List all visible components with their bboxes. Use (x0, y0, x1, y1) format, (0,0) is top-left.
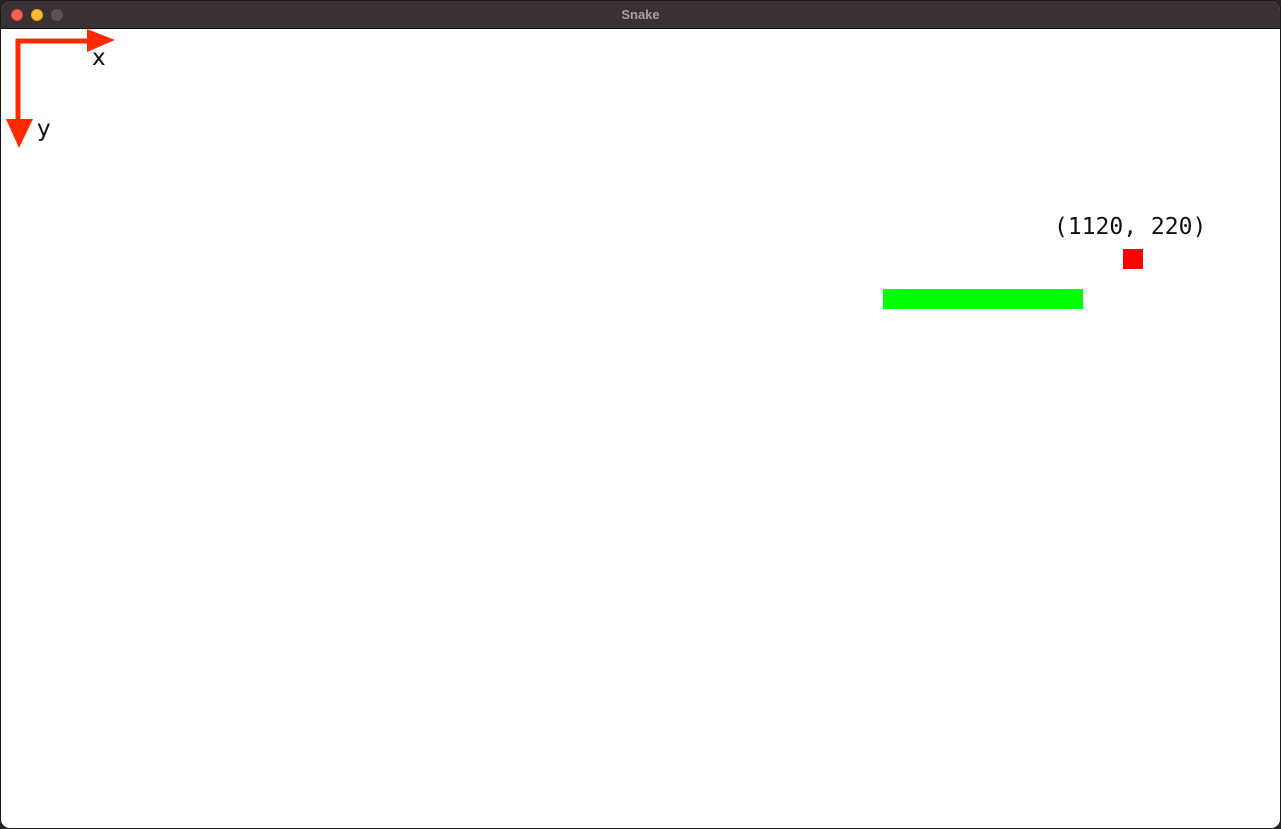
axes-diagram (6, 29, 115, 148)
y-axis-arrow (6, 39, 33, 148)
food-block (1123, 249, 1143, 269)
snake-body (883, 289, 1083, 309)
snake-window: Snake x y (1120, 220) (0, 0, 1281, 829)
y-axis-label: y (37, 116, 51, 142)
title-bar[interactable]: Snake (1, 1, 1280, 29)
game-canvas[interactable]: x y (1120, 220) (1, 29, 1280, 828)
window-title: Snake (621, 7, 660, 22)
x-axis-label: x (92, 45, 106, 71)
food-coordinate-label: (1120, 220) (1054, 214, 1207, 240)
